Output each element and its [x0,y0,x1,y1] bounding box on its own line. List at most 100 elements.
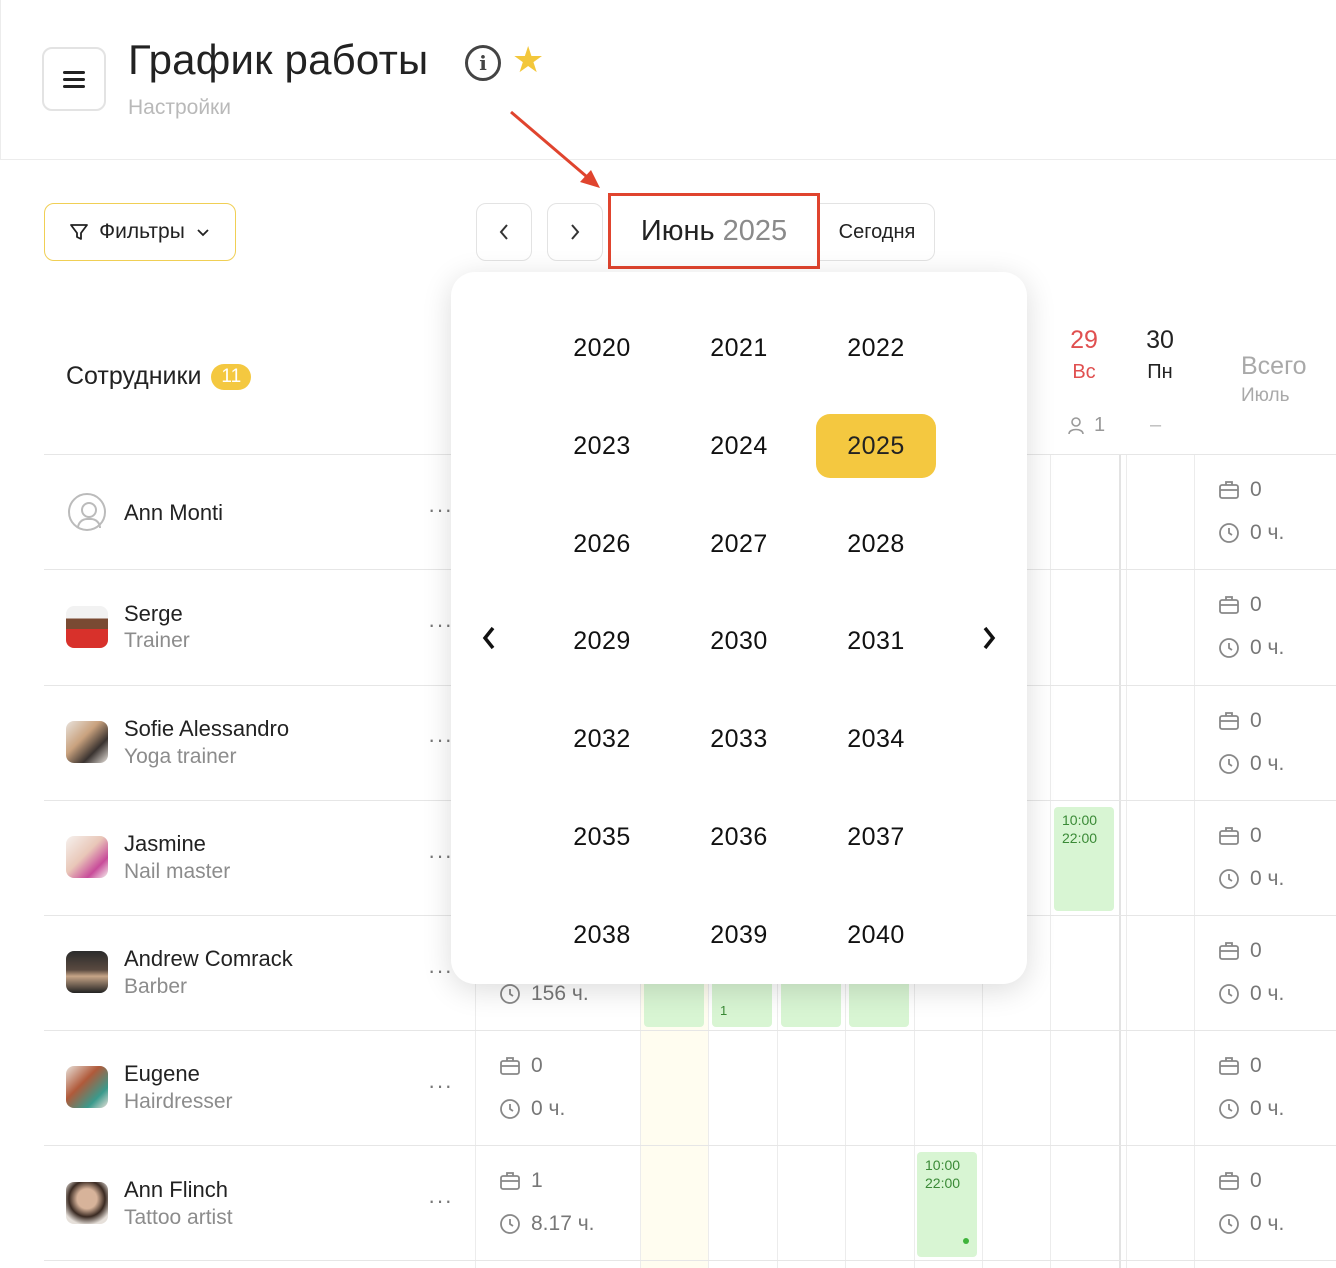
year-option[interactable]: 2038 [542,903,662,967]
day-name-30: Пн [1147,361,1173,383]
employee-name[interactable]: Jasmine [124,831,206,857]
total-shifts-value: 0 [1250,824,1262,847]
year-option[interactable]: 2027 [679,512,799,576]
row-more-button[interactable]: ··· [428,727,453,753]
chevron-down-icon [197,229,209,237]
total-hours-value: 0 ч. [1250,867,1285,890]
employee-name[interactable]: Andrew Comrack [124,946,293,972]
year-option[interactable]: 2025 [816,414,936,478]
year-option[interactable]: 2022 [816,316,936,380]
year-option[interactable]: 2039 [679,903,799,967]
shift-block[interactable] [849,980,909,1027]
briefcase-icon [1219,481,1239,499]
month-year-selector[interactable]: Июнь 2025 [608,193,820,269]
year-option[interactable]: 2040 [816,903,936,967]
day-30-staff-count: – [1150,414,1162,436]
row-divider [44,1030,1336,1031]
total-hours-value: 0 ч. [1250,521,1285,544]
avatar [66,606,108,648]
year-option[interactable]: 2023 [542,414,662,478]
employee-name[interactable]: Serge [124,601,183,627]
total-shifts: 0 [1218,1169,1262,1193]
employee-hours: 0 ч. [499,1097,565,1121]
year-option[interactable]: 2036 [679,805,799,869]
employee-name[interactable]: Ann Flinch [124,1177,228,1203]
menu-button[interactable] [42,47,106,111]
year-picker-prev-button[interactable] [479,624,499,660]
day-number-29[interactable]: 29 [1054,326,1114,355]
shift-block[interactable]: 10:00 22:00 [917,1152,977,1257]
grid-line [1194,455,1195,1268]
total-shifts-value: 0 [1250,709,1262,732]
shift-block[interactable] [781,980,841,1027]
shifts-value: 0 [531,1054,543,1077]
avatar [66,836,108,878]
row-divider [44,1260,1336,1261]
row-more-button[interactable]: ··· [428,1188,453,1214]
chevron-left-icon [499,224,508,240]
year-option[interactable]: 2033 [679,707,799,771]
employee-name[interactable]: Ann Monti [124,500,223,526]
row-more-button[interactable]: ··· [428,1073,453,1099]
total-hours: 0 ч. [1218,982,1284,1006]
total-hours-value: 0 ч. [1250,636,1285,659]
employee-role: Trainer [124,629,190,652]
shift-block[interactable] [644,980,704,1027]
total-hours: 0 ч. [1218,1212,1284,1236]
year-option[interactable]: 2035 [542,805,662,869]
employee-name[interactable]: Eugene [124,1061,200,1087]
clock-icon [1219,1099,1239,1119]
filters-button[interactable]: Фильтры [44,203,236,261]
year-option[interactable]: 2021 [679,316,799,380]
year-option[interactable]: 2029 [542,609,662,673]
total-shifts: 0 [1218,709,1262,733]
filters-label: Фильтры [99,220,185,243]
year-option[interactable]: 2032 [542,707,662,771]
shift-status-dot [963,1238,969,1244]
employees-label: Сотрудники [66,362,202,390]
year-option[interactable]: 2026 [542,512,662,576]
employee-hours: 8.17 ч. [499,1212,594,1236]
employee-name[interactable]: Sofie Alessandro [124,716,289,742]
year-option[interactable]: 2037 [816,805,936,869]
shift-block[interactable]: 10:00 22:00 [1054,807,1114,911]
total-shifts-value: 0 [1250,478,1262,501]
total-hours: 0 ч. [1218,521,1284,545]
day-number-30[interactable]: 30 [1130,326,1190,355]
shift-end: 22:00 [925,1175,961,1191]
briefcase-icon [500,1057,520,1075]
clock-icon [1219,869,1239,889]
year-option[interactable]: 2030 [679,609,799,673]
year-option[interactable]: 2020 [542,316,662,380]
shift-block[interactable]: 1 [712,980,772,1027]
chevron-right-icon [983,626,996,650]
hours-value: 0 ч. [531,1097,566,1120]
year-picker-next-button[interactable] [979,624,999,660]
shift-badge: 1 [720,1003,728,1018]
employee-shifts: 1 [499,1169,543,1193]
year-option[interactable]: 2028 [816,512,936,576]
employee-role: Yoga trainer [124,745,237,768]
clock-icon [1219,754,1239,774]
info-icon[interactable]: i [465,45,501,81]
briefcase-icon [1219,1057,1239,1075]
today-button[interactable]: Сегодня [820,203,935,261]
prev-month-button[interactable] [476,203,532,261]
row-more-button[interactable]: ··· [428,958,453,984]
clock-icon [1219,1214,1239,1234]
employees-count-badge: 11 [211,363,252,390]
year-option[interactable]: 2031 [816,609,936,673]
row-more-button[interactable]: ··· [428,612,453,638]
total-hours: 0 ч. [1218,752,1284,776]
row-more-button[interactable]: ··· [428,497,453,523]
shifts-value: 1 [531,1169,543,1192]
grid-line [1119,455,1121,1268]
page-title: График работы [128,36,429,83]
year-option[interactable]: 2034 [816,707,936,771]
star-icon[interactable]: ★ [512,40,544,80]
next-month-button[interactable] [547,203,603,261]
row-more-button[interactable]: ··· [428,843,453,869]
briefcase-icon [1219,1172,1239,1190]
year-option[interactable]: 2024 [679,414,799,478]
briefcase-icon [1219,827,1239,845]
